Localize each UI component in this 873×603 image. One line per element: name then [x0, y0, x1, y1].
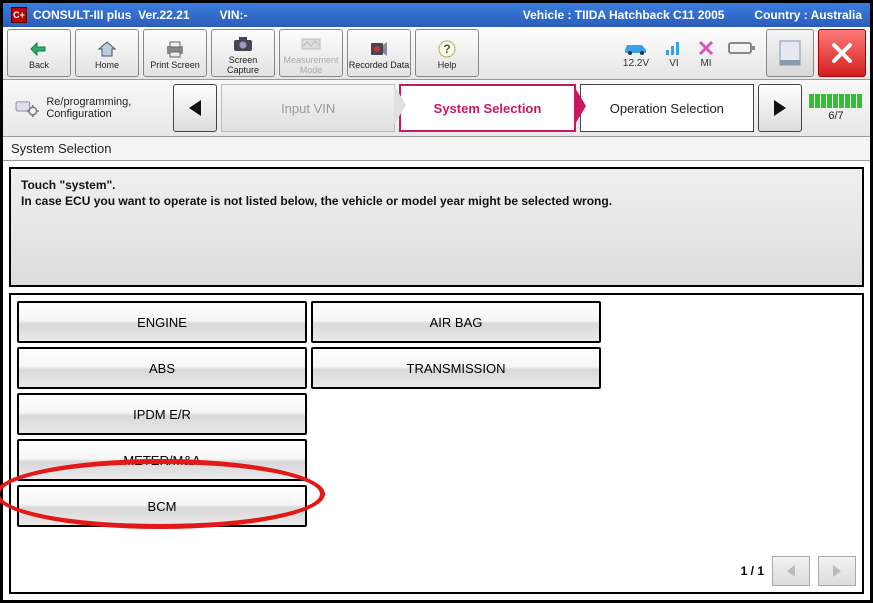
progress-bar — [809, 94, 862, 108]
measurement-button[interactable]: Measurement Mode — [279, 29, 343, 77]
battery-icon — [728, 38, 756, 58]
system-ipdm[interactable]: IPDM E/R — [17, 393, 307, 435]
x-icon — [698, 38, 714, 58]
system-transmission[interactable]: TRANSMISSION — [311, 347, 601, 389]
home-button[interactable]: Home — [75, 29, 139, 77]
print-button[interactable]: Print Screen — [143, 29, 207, 77]
svg-text:?: ? — [443, 42, 450, 56]
camera-icon — [232, 33, 254, 55]
step-input-vin[interactable]: Input VIN — [221, 84, 395, 132]
breadcrumb-row: Re/programming, Configuration Input VIN … — [3, 80, 870, 137]
signal-icon — [664, 38, 684, 58]
help-button[interactable]: ? Help — [415, 29, 479, 77]
capture-button[interactable]: Screen Capture — [211, 29, 275, 77]
system-abs[interactable]: ABS — [17, 347, 307, 389]
sheet-icon — [777, 38, 803, 68]
step-operation-selection[interactable]: Operation Selection — [580, 84, 754, 132]
back-icon — [29, 38, 49, 60]
main-toolbar: Back Home Print Screen Screen Capture Me… — [3, 27, 870, 80]
config-icon — [13, 94, 40, 122]
mi-indicator: MI — [698, 38, 714, 69]
app-icon: C+ — [11, 7, 27, 23]
page-prev-button[interactable] — [772, 556, 810, 586]
system-airbag[interactable]: AIR BAG — [311, 301, 601, 343]
car-icon — [622, 38, 650, 58]
mode-label: Re/programming, Configuration — [7, 84, 169, 132]
close-icon — [829, 40, 855, 66]
sheet-button[interactable] — [766, 29, 814, 77]
page-indicator: 1 / 1 — [741, 564, 764, 578]
close-button[interactable] — [818, 29, 866, 77]
system-grid: ENGINE AIR BAG ABS TRANSMISSION IPDM E/R… — [17, 301, 856, 527]
measurement-icon — [300, 33, 322, 55]
system-bcm[interactable]: BCM — [17, 485, 307, 527]
recorded-button[interactable]: Recorded Data — [347, 29, 411, 77]
instruction-line1: Touch "system". — [21, 177, 852, 193]
voltage-indicator: 12.2V — [622, 38, 650, 69]
progress-indicator: 6/7 — [806, 84, 866, 132]
home-icon — [97, 38, 117, 60]
left-triangle-icon — [186, 98, 204, 118]
title-bar: C+ CONSULT-III plus Ver.22.21 VIN:- Vehi… — [3, 3, 870, 27]
prev-step-button[interactable] — [173, 84, 217, 132]
back-button[interactable]: Back — [7, 29, 71, 77]
system-meter[interactable]: METER/M&A — [17, 439, 307, 481]
system-engine[interactable]: ENGINE — [17, 301, 307, 343]
step-system-selection[interactable]: System Selection — [399, 84, 575, 132]
status-area: 12.2V VI MI — [483, 29, 762, 77]
recorded-icon — [368, 38, 390, 60]
printer-icon — [164, 38, 186, 60]
right-triangle-icon — [771, 98, 789, 118]
app-window: C+ CONSULT-III plus Ver.22.21 VIN:- Vehi… — [0, 0, 873, 603]
help-icon: ? — [438, 38, 456, 60]
vehicle-label: Vehicle : TIIDA Hatchback C11 2005 — [523, 8, 725, 22]
right-arrow-icon — [830, 563, 844, 579]
vi-indicator: VI — [664, 38, 684, 69]
system-grid-panel: ENGINE AIR BAG ABS TRANSMISSION IPDM E/R… — [9, 293, 864, 594]
section-title: System Selection — [3, 137, 870, 161]
instruction-box: Touch "system". In case ECU you want to … — [9, 167, 864, 287]
country-label: Country : Australia — [754, 8, 862, 22]
next-step-button[interactable] — [758, 84, 802, 132]
left-arrow-icon — [784, 563, 798, 579]
battery-indicator — [728, 38, 756, 69]
page-next-button[interactable] — [818, 556, 856, 586]
instruction-line2: In case ECU you want to operate is not l… — [21, 193, 852, 209]
vin-label: VIN:- — [220, 8, 248, 22]
pagination-row: 1 / 1 — [17, 556, 856, 586]
content-area: Touch "system". In case ECU you want to … — [3, 161, 870, 600]
app-name: CONSULT-III plus Ver.22.21 — [33, 8, 190, 22]
